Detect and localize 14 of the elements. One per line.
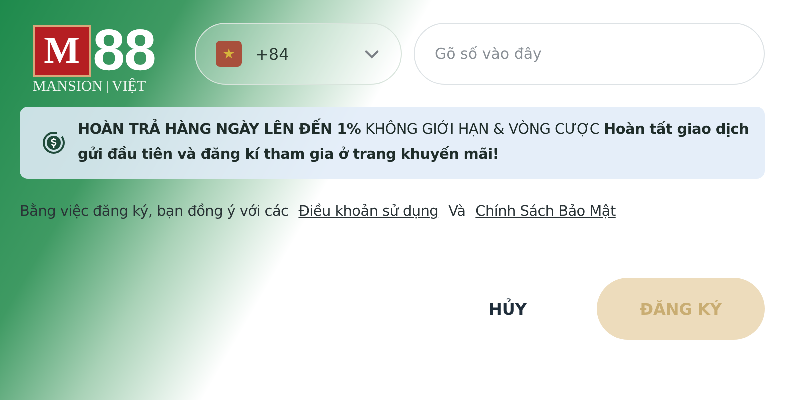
- promo-text: HOÀN TRẢ HÀNG NGÀY LÊN ĐẾN 1% KHÔNG GIỚI HẠN & VÒNG CƯỢC Hoàn tất giao dịch gửi đầu tiên và đăng kí tham gia ở trang khuyến mãi!: [78, 118, 751, 168]
- joiner-text: Và: [448, 204, 466, 220]
- phone-input[interactable]: Gõ số vào đây: [414, 23, 765, 85]
- terms-text: Bằng việc đăng ký, bạn đồng ý với các: [20, 204, 289, 220]
- logo-number: 88: [93, 24, 156, 76]
- privacy-link[interactable]: Chính Sách Bảo Mật: [476, 204, 616, 220]
- logo-region: VIỆT: [112, 78, 146, 96]
- logo-brand: MANSION: [33, 78, 104, 96]
- cashback-coin-icon: [42, 131, 66, 155]
- logo-mark: M: [33, 24, 91, 76]
- flag-icon: [216, 41, 242, 67]
- terms-link[interactable]: Điều khoản sử dụng: [298, 204, 439, 220]
- country-select[interactable]: +84: [194, 23, 402, 85]
- cancel-button[interactable]: HỦY: [449, 278, 567, 340]
